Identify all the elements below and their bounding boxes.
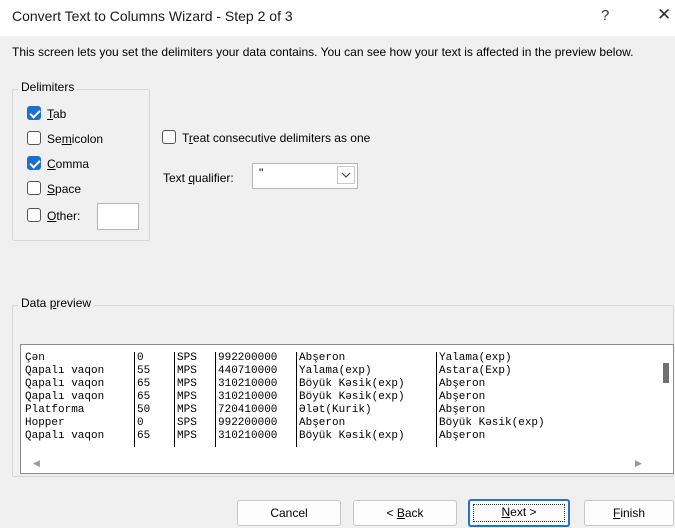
tab-label: Tab bbox=[47, 107, 67, 121]
vehicle-type-cell: Qapalı vaqon bbox=[25, 365, 105, 377]
destination-cell: Abşeron bbox=[439, 378, 486, 390]
scroll-right-arrow[interactable]: ▶ bbox=[635, 458, 642, 469]
other-label: Other: bbox=[47, 209, 81, 223]
destination-cell: Astara(Exp) bbox=[439, 365, 512, 377]
instructions-text: This screen lets you set the delimiters … bbox=[12, 45, 634, 59]
other-delimiter-input[interactable] bbox=[97, 203, 139, 230]
other-checkbox[interactable] bbox=[27, 208, 41, 222]
type-code-cell: MPS bbox=[177, 365, 197, 377]
other-checkbox-row[interactable]: Other: bbox=[27, 208, 97, 224]
comma-checkbox[interactable] bbox=[27, 156, 41, 170]
origin-cell: Böyük Kəsik(exp) bbox=[299, 391, 405, 403]
capacity-cell: 65 bbox=[137, 430, 151, 442]
data-preview-pane[interactable]: Çən 0 SPS 992200000 Abşeron Yalama(exp) Qapalı… bbox=[20, 344, 674, 474]
vertical-scrollbar[interactable] bbox=[657, 345, 673, 473]
finish-button[interactable]: Finish bbox=[584, 500, 674, 526]
next-button-focus-ring bbox=[473, 504, 565, 522]
space-label: Space bbox=[47, 182, 82, 196]
destination-cell: Abşeron bbox=[439, 404, 486, 416]
chevron-down-icon bbox=[341, 172, 351, 178]
next-button[interactable]: Next > bbox=[468, 499, 570, 527]
destination-cell: Böyük Kəsik(exp) bbox=[439, 417, 545, 429]
semicolon-checkbox-row[interactable]: Semicolon bbox=[27, 131, 137, 147]
delimiters-group-label: Delimiters bbox=[18, 80, 78, 94]
space-checkbox-row[interactable]: Space bbox=[27, 181, 137, 197]
vehicle-type-cell: Qapalı vaqon bbox=[25, 430, 105, 442]
vehicle-type-cell: Qapalı vaqon bbox=[25, 391, 105, 403]
space-checkbox[interactable] bbox=[27, 181, 41, 195]
destination-cell: Abşeron bbox=[439, 391, 486, 403]
code-cell: 310210000 bbox=[218, 430, 278, 442]
comma-checkbox-row[interactable]: Comma bbox=[27, 156, 137, 172]
preview-row: Qapalı vaqon 65 MPS 310210000 Böyük Kəsik(ex… bbox=[25, 378, 655, 390]
destination-cell: Abşeron bbox=[439, 430, 486, 442]
consecutive-delimiters-checkbox[interactable] bbox=[162, 130, 176, 144]
origin-cell: Ələt(Kurik) bbox=[299, 404, 372, 416]
type-code-cell: MPS bbox=[177, 430, 197, 442]
semicolon-checkbox[interactable] bbox=[27, 131, 41, 145]
code-cell: 310210000 bbox=[218, 378, 278, 390]
type-code-cell: MPS bbox=[177, 378, 197, 390]
type-code-cell: MPS bbox=[177, 404, 197, 416]
capacity-cell: 65 bbox=[137, 378, 151, 390]
tab-checkbox-row[interactable]: Tab bbox=[27, 106, 127, 122]
cancel-button[interactable]: Cancel bbox=[237, 500, 341, 526]
preview-row: Qapalı vaqon 65 MPS 310210000 Böyük Kəsik(ex… bbox=[25, 391, 655, 403]
consecutive-delimiters-label: Treat consecutive delimiters as one bbox=[182, 131, 371, 145]
code-cell: 992200000 bbox=[218, 417, 278, 429]
type-code-cell: SPS bbox=[177, 417, 197, 429]
back-button[interactable]: < Back bbox=[353, 500, 457, 526]
origin-cell: Abşeron bbox=[299, 417, 346, 429]
vehicle-type-cell: Qapalı vaqon bbox=[25, 378, 105, 390]
text-qualifier-value: " bbox=[259, 166, 264, 180]
vehicle-type-cell: Platforma bbox=[25, 404, 85, 416]
code-cell: 992200000 bbox=[218, 352, 278, 364]
capacity-cell: 65 bbox=[137, 391, 151, 403]
preview-row: Qapalı vaqon 65 MPS 310210000 Böyük Kəsik(ex… bbox=[25, 430, 655, 442]
preview-row: Çən 0 SPS 992200000 Abşeron Yalama(exp) bbox=[25, 352, 655, 364]
close-button[interactable]: ✕ bbox=[657, 5, 671, 25]
consecutive-delimiters-row[interactable]: Treat consecutive delimiters as one bbox=[162, 130, 392, 146]
preview-row: Qapalı vaqon 55 MPS 440710000 Yalama(exp) Ast… bbox=[25, 365, 655, 377]
help-button[interactable]: ? bbox=[601, 7, 609, 24]
preview-row: Platforma 50 MPS 720410000 Ələt(Kurik) Abşero… bbox=[25, 404, 655, 416]
capacity-cell: 50 bbox=[137, 404, 151, 416]
preview-row: Hopper 0 SPS 992200000 Abşeron Böyük Kəsik(ex… bbox=[25, 417, 655, 429]
origin-cell: Yalama(exp) bbox=[299, 365, 372, 377]
type-code-cell: SPS bbox=[177, 352, 197, 364]
vehicle-type-cell: Çən bbox=[25, 352, 45, 364]
capacity-cell: 55 bbox=[137, 365, 151, 377]
text-qualifier-select[interactable]: " bbox=[252, 163, 358, 189]
destination-cell: Yalama(exp) bbox=[439, 352, 512, 364]
code-cell: 720410000 bbox=[218, 404, 278, 416]
capacity-cell: 0 bbox=[137, 417, 144, 429]
comma-label: Comma bbox=[47, 157, 90, 171]
origin-cell: Böyük Kəsik(exp) bbox=[299, 378, 405, 390]
scroll-left-arrow[interactable]: ◀ bbox=[33, 458, 40, 469]
code-cell: 310210000 bbox=[218, 391, 278, 403]
dialog-title: Convert Text to Columns Wizard - Step 2 … bbox=[12, 8, 293, 24]
text-qualifier-label: Text qualifier: bbox=[163, 171, 234, 185]
tab-checkbox[interactable] bbox=[27, 106, 41, 120]
data-preview-group-label: Data preview bbox=[18, 296, 95, 310]
capacity-cell: 0 bbox=[137, 352, 144, 364]
origin-cell: Abşeron bbox=[299, 352, 346, 364]
code-cell: 440710000 bbox=[218, 365, 278, 377]
origin-cell: Böyük Kəsik(exp) bbox=[299, 430, 405, 442]
vertical-scrollbar-thumb[interactable] bbox=[663, 363, 669, 383]
semicolon-label: Semicolon bbox=[47, 132, 104, 146]
text-qualifier-dropdown-button[interactable] bbox=[337, 166, 355, 184]
data-preview-grid: Çən 0 SPS 992200000 Abşeron Yalama(exp) Qapalı… bbox=[25, 349, 655, 454]
type-code-cell: MPS bbox=[177, 391, 197, 403]
vehicle-type-cell: Hopper bbox=[25, 417, 65, 429]
horizontal-scrollbar[interactable]: ◀ ▶ bbox=[21, 457, 673, 473]
